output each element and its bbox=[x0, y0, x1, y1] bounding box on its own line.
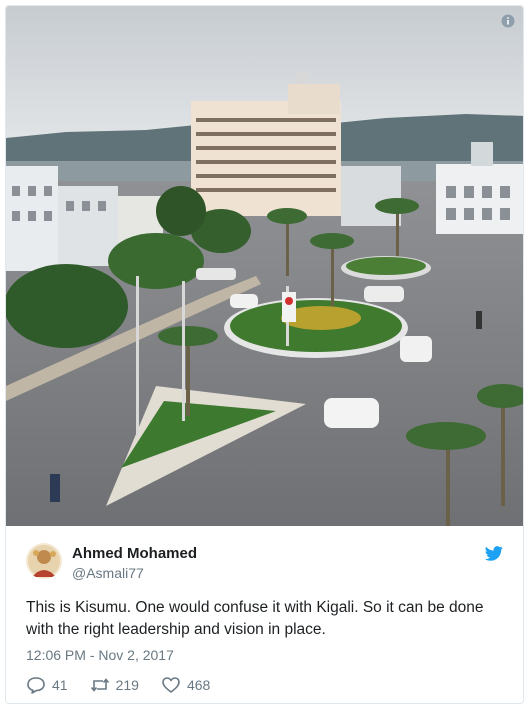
twitter-bird-icon[interactable] bbox=[485, 546, 503, 561]
avatar[interactable] bbox=[26, 543, 62, 579]
retweet-count: 219 bbox=[115, 677, 139, 693]
tweet-photo[interactable] bbox=[6, 6, 524, 526]
tweet-body: Ahmed Mohamed @Asmali77 This is Kisumu. … bbox=[6, 526, 523, 703]
embedded-tweet-card: Ahmed Mohamed @Asmali77 This is Kisumu. … bbox=[5, 5, 524, 704]
author-handle[interactable]: @Asmali77 bbox=[72, 565, 144, 581]
retweet-icon bbox=[90, 678, 109, 692]
retweet-button[interactable]: 219 bbox=[90, 676, 139, 694]
like-button[interactable]: 468 bbox=[161, 676, 210, 694]
reply-button[interactable]: 41 bbox=[26, 676, 68, 694]
reply-count: 41 bbox=[52, 677, 68, 693]
info-icon[interactable] bbox=[501, 14, 515, 28]
reply-icon bbox=[27, 677, 45, 694]
tweet-actions: 41 219 468 bbox=[26, 675, 232, 695]
like-count: 468 bbox=[186, 677, 211, 693]
tweet-timestamp[interactable]: 12:06 PM - Nov 2, 2017 bbox=[26, 647, 174, 663]
heart-icon bbox=[162, 677, 180, 693]
author-name[interactable]: Ahmed Mohamed bbox=[72, 545, 197, 562]
tweet-text: This is Kisumu. One would confuse it wit… bbox=[26, 599, 484, 638]
